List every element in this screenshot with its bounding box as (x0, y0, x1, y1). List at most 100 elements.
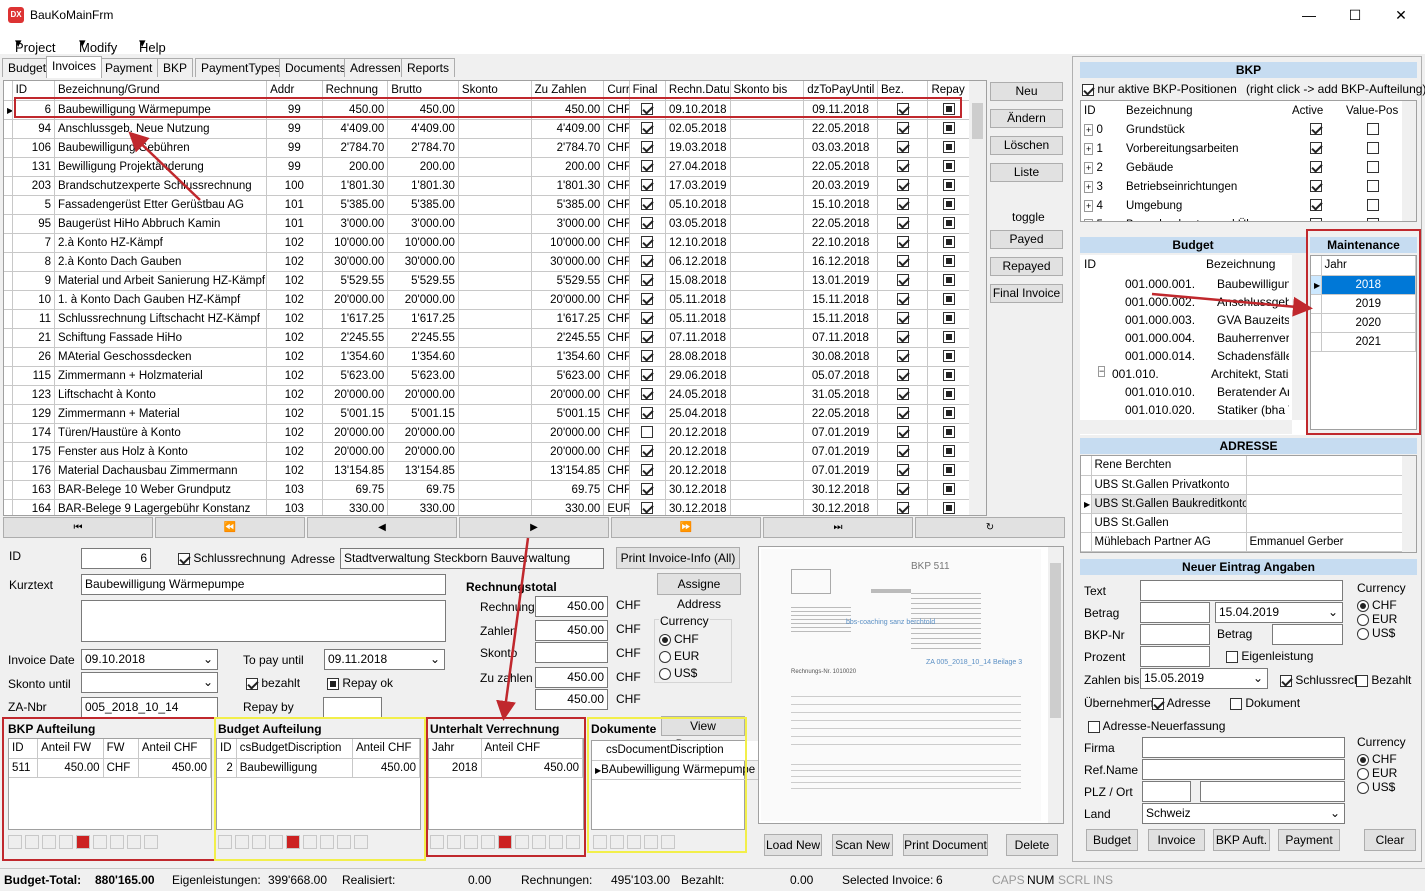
neu-ort-field[interactable] (1200, 781, 1345, 802)
bkp-active-checkbox[interactable] (1289, 158, 1343, 177)
scroll-thumb[interactable] (972, 103, 983, 139)
print-document-button[interactable]: Print Document (903, 834, 988, 856)
neu-date2-field[interactable]: 15.05.2019 ⌄ (1140, 668, 1268, 689)
budget-tree-row[interactable]: 001.000.002.Anschlussgebü (1080, 293, 1292, 311)
neu-betrag2-field[interactable] (1272, 624, 1343, 645)
only-active-bkp-check[interactable]: nur aktive BKP-Positionen (1082, 82, 1237, 96)
menu-help[interactable]: Help ▾ (139, 35, 166, 55)
neu-prozent-field[interactable] (1140, 646, 1210, 667)
tab-paymenttypes[interactable]: PaymentTypes (195, 58, 287, 77)
nav-button[interactable]: ⏭ (763, 517, 913, 538)
repay-ok-check[interactable]: Repay ok (327, 676, 393, 690)
preview-scrollbar[interactable] (1048, 547, 1063, 823)
maximize-button[interactable]: ☐ (1332, 0, 1378, 30)
tab-payment[interactable]: Payment (99, 58, 159, 77)
bez-checkbox[interactable] (877, 328, 929, 348)
bez-checkbox[interactable] (877, 480, 929, 500)
invoice-row[interactable]: 203 Brandschutzexperte Schlussrechnung 100… (4, 176, 970, 196)
bez-checkbox[interactable] (877, 461, 929, 481)
repay-checkbox[interactable] (927, 385, 970, 405)
neu-schlussrech-check[interactable]: Schlussrech (1280, 673, 1361, 687)
to-pay-until-field[interactable]: 09.11.2018 ⌄ (324, 649, 445, 670)
skonto-until-field[interactable]: ⌄ (81, 672, 218, 693)
delete-document-button[interactable]: Delete (1006, 834, 1058, 856)
bez-checkbox[interactable] (877, 347, 929, 367)
minimize-button[interactable]: — (1286, 0, 1332, 30)
side-button[interactable]: Ändern (990, 109, 1063, 128)
bez-checkbox[interactable] (877, 385, 929, 405)
bez-checkbox[interactable] (877, 176, 929, 196)
currency-chf-radio[interactable]: CHF (659, 632, 699, 646)
nav-button[interactable]: ⏮ (3, 517, 153, 538)
repay-checkbox[interactable] (927, 214, 970, 234)
scan-new-button[interactable]: Scan New (832, 834, 893, 856)
schluss-check[interactable]: Schlussrechnung (178, 551, 285, 565)
neu-land-select[interactable]: Schweiz ⌄ (1142, 803, 1345, 824)
neu-firma-field[interactable] (1142, 737, 1345, 758)
repay-checkbox[interactable] (927, 138, 970, 158)
final-checkbox[interactable] (629, 309, 666, 329)
final-checkbox[interactable] (629, 347, 666, 367)
invoice-row[interactable]: 129 Zimmermann + Material 102 5'001.15 5'001… (4, 404, 970, 424)
repay-checkbox[interactable] (927, 480, 970, 500)
final-checkbox[interactable] (629, 290, 666, 310)
neu-payment-button[interactable]: Payment (1278, 829, 1340, 851)
final-checkbox[interactable] (629, 499, 666, 515)
bkp-row[interactable]: + 1 Vorbereitungsarbeiten (1081, 139, 1402, 158)
invoice-row[interactable]: 11 Schlussrechnung Liftschacht HZ-Kämpf 10… (4, 309, 970, 329)
bez-checkbox[interactable] (877, 157, 929, 177)
nav-button[interactable]: ↻ (915, 517, 1065, 538)
repay-checkbox[interactable] (927, 271, 970, 291)
bkp-valuepos-checkbox[interactable] (1343, 177, 1402, 196)
budget-tree-row[interactable]: −001.010.Architekt, Statike (1080, 365, 1292, 383)
side-button[interactable]: toggle (1012, 210, 1045, 224)
bez-checkbox[interactable] (877, 404, 929, 424)
invoice-grid[interactable]: ID Bezeichnung/Grund Addr Rechnung Brutto Sko… (3, 80, 987, 516)
budget-tree[interactable]: ID Bezeichnung 001.000.001. Baubewilligun… (1080, 255, 1306, 435)
bkp-active-checkbox[interactable] (1289, 120, 1343, 139)
side-button[interactable]: Repayed (990, 257, 1063, 276)
final-checkbox[interactable] (629, 157, 666, 177)
repay-checkbox[interactable] (927, 252, 970, 272)
side-button[interactable]: Löschen (990, 136, 1063, 155)
final-checkbox[interactable] (629, 252, 666, 272)
bkp-row[interactable]: + 0 Grundstück (1081, 120, 1402, 139)
close-button[interactable]: ✕ (1378, 0, 1424, 30)
total-extra-field[interactable]: 450.00 (535, 689, 608, 710)
repay-checkbox[interactable] (927, 499, 970, 515)
zahlen-field[interactable]: 450.00 (535, 620, 608, 641)
repay-checkbox[interactable] (927, 366, 970, 386)
za-nbr-field[interactable]: 005_2018_10_14 (81, 697, 218, 718)
bez-checkbox[interactable] (877, 138, 929, 158)
budget-tree-row[interactable]: 001.000.004.Bauherrenversi (1080, 329, 1292, 347)
bez-checkbox[interactable] (877, 119, 929, 139)
invoice-row[interactable]: 95 Baugerüst HiHo Abbruch Kamin 101 3'000.0… (4, 214, 970, 234)
repay-checkbox[interactable] (927, 328, 970, 348)
final-checkbox[interactable] (629, 423, 666, 443)
rechnung-field[interactable]: 450.00 (535, 596, 608, 617)
neu-bezahlt-check[interactable]: Bezahlt (1356, 673, 1411, 687)
tab-bkp[interactable]: BKP (157, 58, 194, 77)
bkp-active-checkbox[interactable] (1289, 196, 1343, 215)
final-checkbox[interactable] (629, 442, 666, 462)
invoice-row[interactable]: 94 Anschlussgeb. Neue Nutzung 99 4'409.00 4'… (4, 119, 970, 139)
neu-cur2-usd-radio[interactable]: US$ (1357, 780, 1395, 794)
invoice-row[interactable]: 115 Zimmermann + Holzmaterial 102 5'623.00 5… (4, 366, 970, 386)
repay-checkbox[interactable] (927, 176, 970, 196)
tab-budget[interactable]: Budget (2, 58, 53, 77)
bez-checkbox[interactable] (877, 252, 929, 272)
bez-checkbox[interactable] (877, 423, 929, 443)
bkp-active-checkbox[interactable] (1289, 177, 1343, 196)
final-checkbox[interactable] (629, 233, 666, 253)
repay-checkbox[interactable] (927, 119, 970, 139)
neu-cur-eur-radio[interactable]: EUR (1357, 612, 1397, 626)
invoice-row[interactable]: 5 Fassadengerüst Etter Gerüstbau AG 101 5'3… (4, 195, 970, 215)
bez-checkbox[interactable] (877, 442, 929, 462)
final-checkbox[interactable] (629, 385, 666, 405)
bkp-row[interactable]: + 3 Betriebseinrichtungen (1081, 177, 1402, 196)
tab-documents[interactable]: Documents (279, 58, 352, 77)
adresse-scrollbar[interactable] (1402, 456, 1416, 552)
neu-clear-button[interactable]: Clear (1364, 829, 1416, 851)
skonto-field[interactable] (535, 642, 608, 663)
invoice-row[interactable]: 175 Fenster aus Holz à Konto 102 20'000.00 2… (4, 442, 970, 462)
